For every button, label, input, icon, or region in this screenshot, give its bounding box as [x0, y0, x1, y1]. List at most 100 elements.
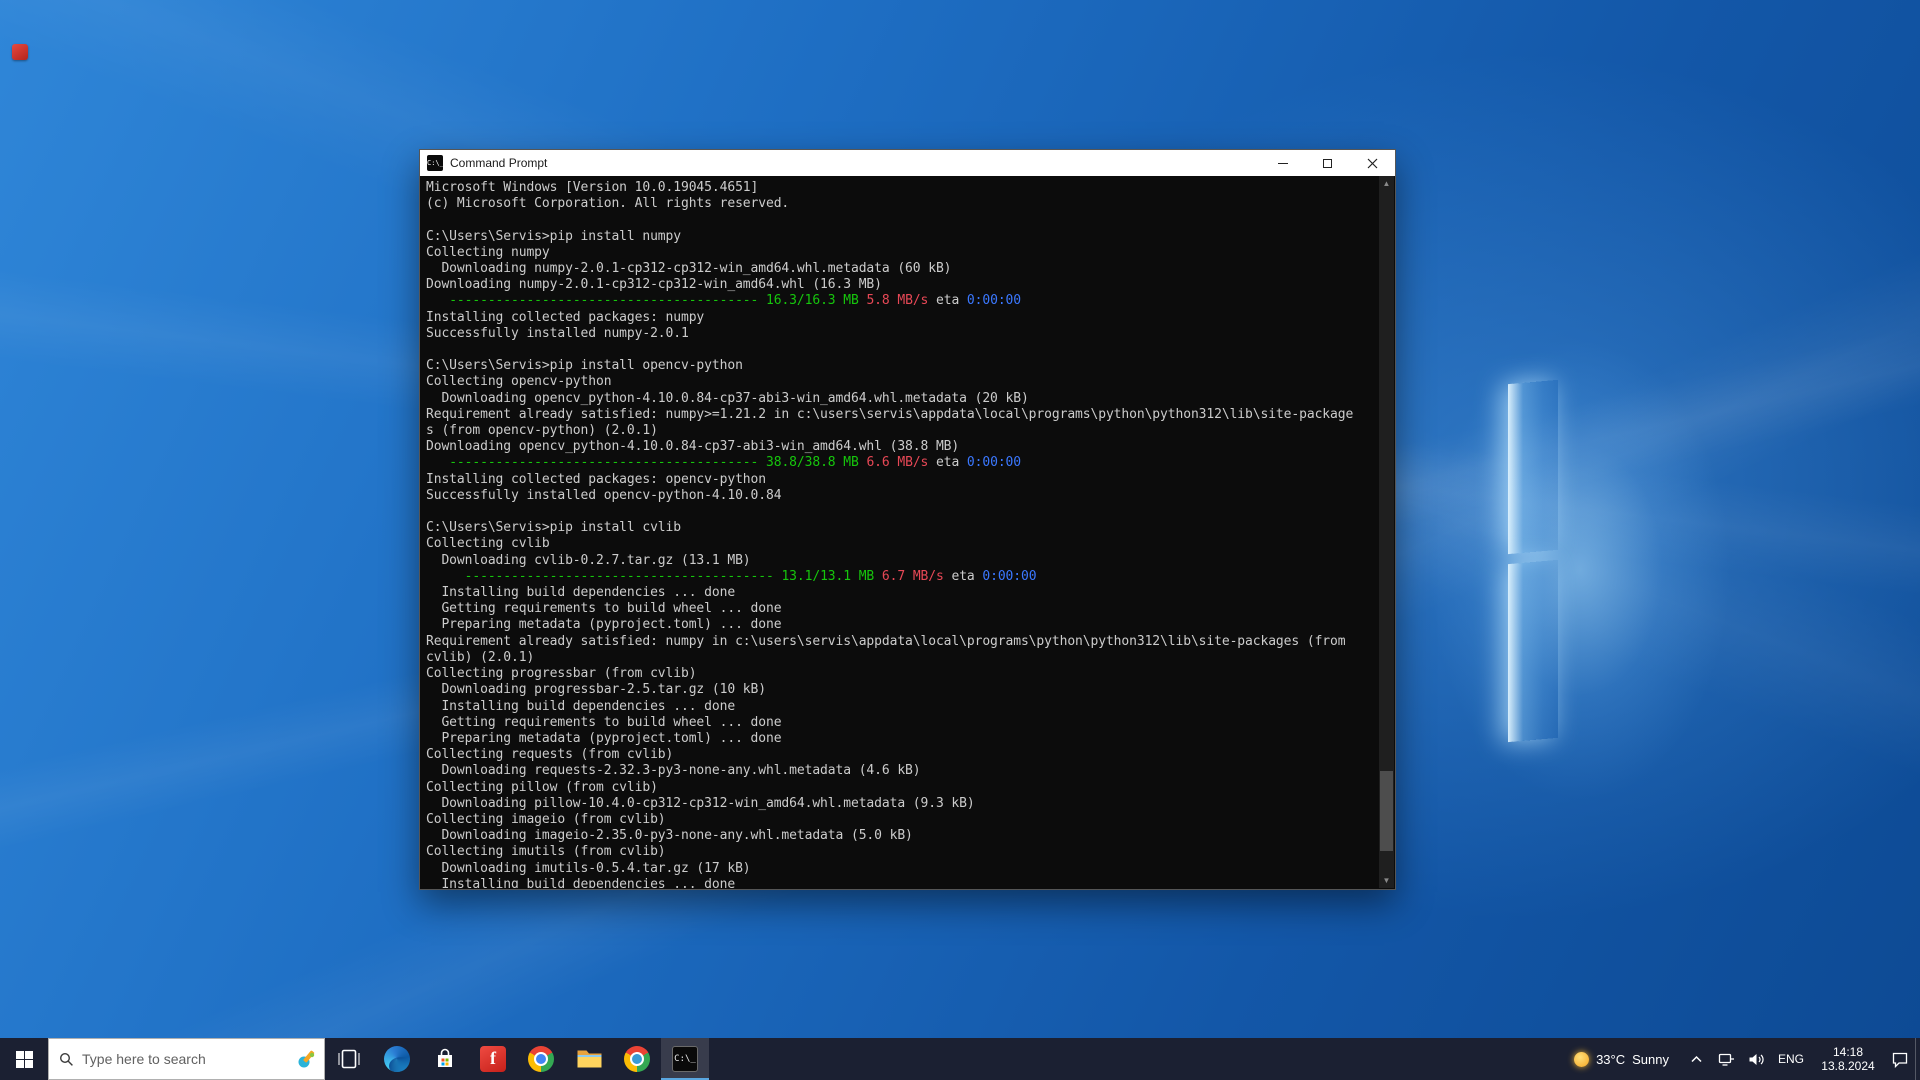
action-center-icon	[1892, 1052, 1908, 1068]
network-tray-button[interactable]	[1711, 1038, 1741, 1080]
terminal-line: Collecting numpy	[426, 244, 550, 260]
taskbar-chrome-button[interactable]	[517, 1038, 565, 1080]
task-view-button[interactable]	[325, 1038, 373, 1080]
scroll-up-arrow[interactable]: ▲	[1379, 176, 1394, 191]
terminal-line: Successfully installed opencv-python-4.1…	[426, 487, 782, 503]
terminal-line: Collecting opencv-python	[426, 374, 612, 390]
terminal-line: Installing collected packages: numpy	[426, 309, 705, 325]
terminal-line: Downloading numpy-2.0.1-cp312-cp312-win_…	[426, 261, 952, 277]
chrome-icon	[528, 1046, 554, 1072]
chrome-icon-2	[624, 1046, 650, 1072]
store-icon	[438, 1048, 452, 1067]
terminal-line: Collecting cvlib	[426, 536, 550, 552]
command-prompt-window: C:\_ Command Prompt Microsoft Windows [V…	[419, 149, 1396, 890]
close-button[interactable]	[1350, 150, 1395, 176]
search-box[interactable]	[48, 1038, 325, 1080]
scrollbar-thumb[interactable]	[1380, 771, 1393, 851]
terminal-line: Requirement already satisfied: numpy in …	[426, 633, 1346, 649]
terminal-line: Collecting requests (from cvlib)	[426, 747, 674, 763]
terminal-line: Collecting imutils (from cvlib)	[426, 844, 666, 860]
hidden-icons-chevron[interactable]	[1681, 1038, 1711, 1080]
terminal-line: ----------------------------------------…	[464, 568, 1037, 584]
terminal-scrollbar[interactable]: ▲ ▼	[1379, 176, 1394, 888]
terminal-line: Downloading opencv_python-4.10.0.84-cp37…	[426, 390, 1029, 406]
taskbar-file-explorer-button[interactable]	[565, 1038, 613, 1080]
show-desktop-strip[interactable]	[1915, 1038, 1920, 1080]
edge-icon	[384, 1046, 410, 1072]
search-highlights-icon[interactable]	[296, 1048, 318, 1070]
language-indicator[interactable]: ENG	[1771, 1038, 1811, 1080]
volume-tray-button[interactable]	[1741, 1038, 1771, 1080]
terminal-line: Installing build dependencies ... done	[426, 585, 736, 601]
terminal-line: Getting requirements to build wheel ... …	[426, 601, 782, 617]
taskbar-edge-button[interactable]	[373, 1038, 421, 1080]
volume-icon	[1749, 1053, 1764, 1065]
window-titlebar[interactable]: C:\_ Command Prompt	[420, 150, 1395, 176]
search-input[interactable]	[82, 1051, 296, 1067]
terminal-line: Collecting pillow (from cvlib)	[426, 779, 658, 795]
terminal-line: Installing collected packages: opencv-py…	[426, 471, 766, 487]
weather-widget[interactable]: 33°C Sunny	[1562, 1038, 1681, 1080]
weather-temp: 33°C	[1596, 1051, 1626, 1067]
wallpaper-window-pane	[1508, 379, 1558, 555]
terminal-line: C:\Users\Servis>pip install opencv-pytho…	[426, 358, 743, 374]
sun-icon	[1574, 1051, 1590, 1067]
terminal-line: ----------------------------------------…	[449, 455, 1022, 471]
terminal-line: cvlib) (2.0.1)	[426, 649, 535, 665]
terminal-line: Downloading opencv_python-4.10.0.84-cp37…	[426, 439, 960, 455]
taskbar: f C:\_ 33°C Sunny	[0, 1038, 1920, 1080]
terminal-line: Requirement already satisfied: numpy>=1.…	[426, 406, 1354, 422]
terminal-line: Downloading requests-2.32.3-py3-none-any…	[426, 763, 921, 779]
clock-date: 13.8.2024	[1821, 1059, 1875, 1073]
taskbar-store-button[interactable]	[421, 1038, 469, 1080]
chevron-up-icon	[1690, 1055, 1702, 1063]
terminal-line: Downloading numpy-2.0.1-cp312-cp312-win_…	[426, 277, 882, 293]
command-prompt-taskbar-icon: C:\_	[672, 1046, 698, 1072]
terminal-line: (c) Microsoft Corporation. All rights re…	[426, 196, 790, 212]
taskbar-chrome-2-button[interactable]	[613, 1038, 661, 1080]
taskbar-command-prompt-button[interactable]: C:\_	[661, 1038, 709, 1080]
scroll-down-arrow[interactable]: ▼	[1379, 873, 1394, 888]
terminal-line: Preparing metadata (pyproject.toml) ... …	[426, 730, 782, 746]
terminal-line: Installing build dependencies ... done	[426, 876, 736, 888]
search-icon	[59, 1052, 74, 1067]
command-prompt-icon: C:\_	[427, 155, 444, 171]
terminal-line: Getting requirements to build wheel ... …	[426, 714, 782, 730]
clock-time: 14:18	[1832, 1045, 1864, 1059]
terminal-line: ----------------------------------------…	[449, 293, 1022, 309]
taskbar-spacer	[709, 1038, 1562, 1080]
terminal-line: Successfully installed numpy-2.0.1	[426, 325, 689, 341]
terminal-line: Collecting imageio (from cvlib)	[426, 811, 666, 827]
weather-condition: Sunny	[1632, 1051, 1669, 1067]
file-explorer-icon	[577, 1050, 601, 1068]
windows-logo-icon	[15, 1050, 33, 1068]
terminal-line: s (from opencv-python) (2.0.1)	[426, 423, 658, 439]
task-view-icon	[338, 1049, 360, 1069]
network-icon	[1718, 1053, 1734, 1066]
terminal-line: C:\Users\Servis>pip install numpy	[426, 228, 681, 244]
window-controls	[1260, 150, 1395, 176]
wallpaper-glow	[1430, 340, 1730, 800]
terminal-line: Installing build dependencies ... done	[426, 698, 736, 714]
taskbar-app-f-button[interactable]: f	[469, 1038, 517, 1080]
start-button[interactable]	[0, 1038, 48, 1080]
minimize-icon	[1277, 162, 1288, 164]
terminal-line: Microsoft Windows [Version 10.0.19045.46…	[426, 180, 759, 195]
terminal-line: Downloading cvlib-0.2.7.tar.gz (13.1 MB)	[426, 552, 751, 568]
wallpaper-window-pane	[1508, 559, 1558, 743]
desktop-shortcut-icon[interactable]	[12, 44, 28, 60]
terminal-line: Downloading progressbar-2.5.tar.gz (10 k…	[426, 682, 766, 698]
clock[interactable]: 14:18 13.8.2024	[1811, 1038, 1885, 1080]
minimize-button[interactable]	[1260, 150, 1305, 176]
terminal-output[interactable]: Microsoft Windows [Version 10.0.19045.46…	[421, 176, 1379, 888]
maximize-button[interactable]	[1305, 150, 1350, 176]
desktop[interactable]: C:\_ Command Prompt Microsoft Windows [V…	[0, 0, 1920, 1080]
window-title: Command Prompt	[450, 156, 548, 170]
action-center-button[interactable]	[1885, 1038, 1915, 1080]
maximize-icon	[1323, 158, 1332, 168]
close-icon	[1367, 158, 1378, 168]
terminal-line: Preparing metadata (pyproject.toml) ... …	[426, 617, 782, 633]
